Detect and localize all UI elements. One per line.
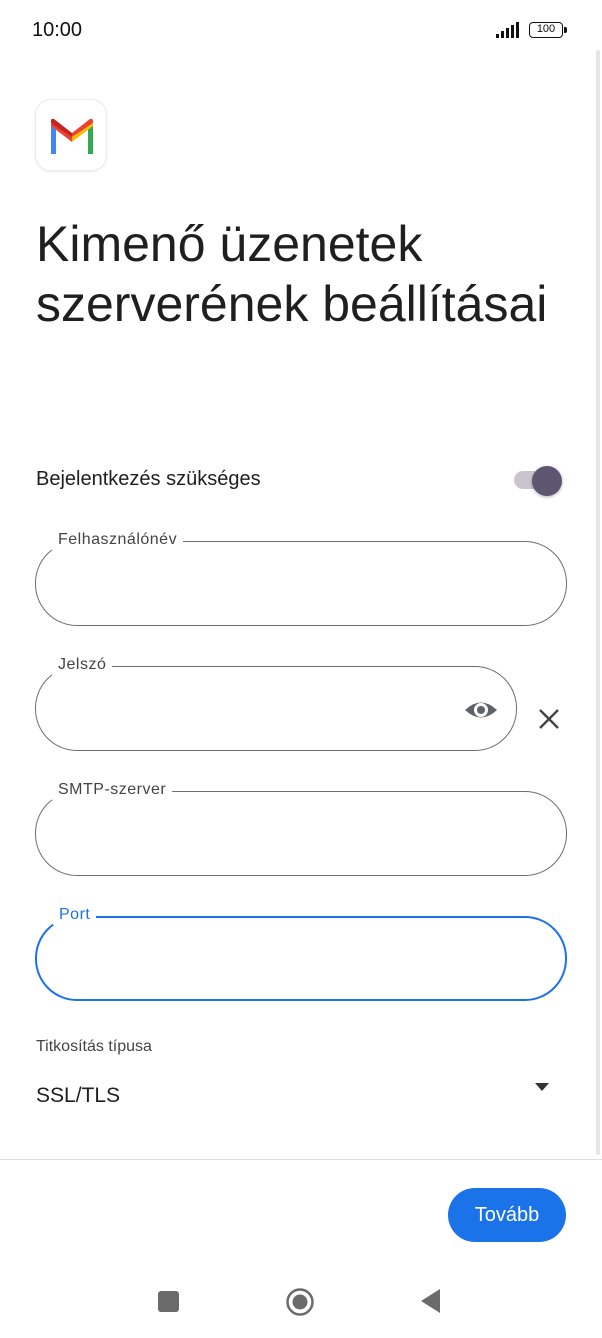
scrollbar[interactable] <box>596 50 600 1155</box>
encryption-type-dropdown[interactable]: SSL/TLS <box>36 1070 566 1120</box>
status-bar: 10:00 100 <box>0 0 602 62</box>
system-nav-bar <box>0 1268 602 1338</box>
encryption-type-value: SSL/TLS <box>36 1084 121 1107</box>
divider <box>0 1159 602 1160</box>
status-time: 10:00 <box>32 19 83 41</box>
username-input[interactable] <box>60 562 484 602</box>
password-input[interactable] <box>60 687 444 727</box>
show-password-eye-icon[interactable] <box>464 693 498 727</box>
smtp-server-input[interactable] <box>60 812 484 852</box>
username-label: Felhasználónév <box>52 530 184 550</box>
port-field[interactable]: Port <box>35 905 567 1001</box>
signal-icon <box>496 22 519 38</box>
page-title: Kimenő üzenetek szerverének beállításai <box>36 216 548 332</box>
password-label: Jelszó <box>52 655 113 675</box>
clear-password-close-icon[interactable] <box>534 704 564 734</box>
toggle-knob <box>532 466 562 496</box>
smtp-server-field[interactable]: SMTP-szerver <box>35 780 567 876</box>
dropdown-arrow-icon <box>535 1083 549 1091</box>
login-required-row: Bejelentkezés szükséges <box>36 458 566 502</box>
login-required-toggle[interactable] <box>514 466 562 496</box>
recent-apps-icon[interactable] <box>158 1291 179 1312</box>
port-label: Port <box>53 905 97 925</box>
port-input[interactable] <box>61 938 484 978</box>
gmail-logo-icon <box>35 99 107 171</box>
login-required-label: Bejelentkezés szükséges <box>36 468 261 490</box>
username-field[interactable]: Felhasználónév <box>35 530 567 626</box>
battery-icon: 100 <box>529 22 567 38</box>
password-field[interactable]: Jelszó <box>35 655 517 751</box>
back-icon[interactable] <box>420 1288 442 1314</box>
next-button[interactable]: Tovább <box>448 1188 566 1242</box>
encryption-type-label: Titkosítás típusa <box>36 1038 152 1055</box>
home-icon[interactable] <box>285 1287 315 1317</box>
smtp-server-label: SMTP-szerver <box>52 780 173 800</box>
